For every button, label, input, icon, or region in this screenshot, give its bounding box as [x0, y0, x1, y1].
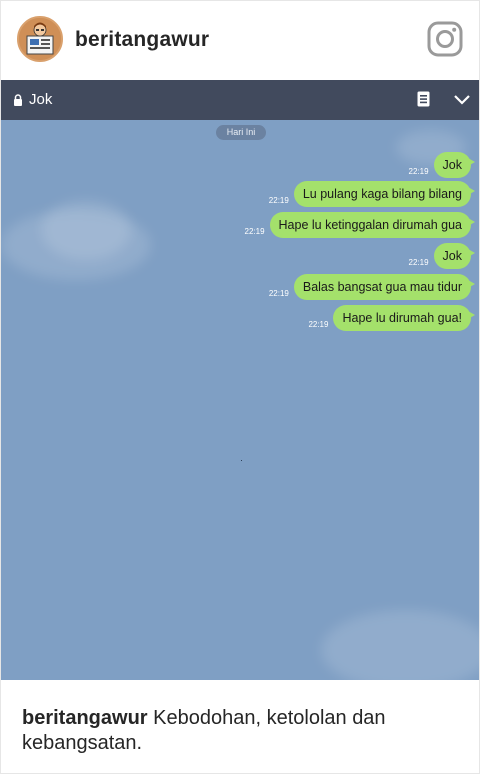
chat-screenshot: Jok Hari Ini 22:19 Jok 22:19 Lu pulang k…: [1, 80, 479, 680]
cloud-decoration: [41, 200, 131, 260]
instagram-post: beritangawur Jok Hari Ini 22:19 Jok 22:1…: [0, 0, 480, 774]
message-bubble[interactable]: Hape lu ketinggalan dirumah gua: [269, 212, 476, 238]
speck: [241, 460, 242, 461]
avatar[interactable]: [17, 16, 63, 62]
message-time: 22:19: [408, 167, 429, 176]
chat-title: Jok: [29, 91, 53, 108]
post-header: beritangawur: [1, 1, 479, 80]
lock-icon: [14, 94, 22, 106]
caption-username[interactable]: beritangawur: [22, 707, 148, 729]
message-time: 22:19: [244, 227, 265, 236]
message-bubble[interactable]: Jok: [433, 243, 476, 269]
instagram-icon[interactable]: [427, 21, 463, 57]
note-icon[interactable]: [417, 91, 430, 107]
post-caption: beritangawur Kebodohan, ketololan dan ke…: [22, 706, 462, 756]
message-time: 22:19: [308, 320, 329, 329]
message-time: 22:19: [408, 258, 429, 267]
chevron-down-icon[interactable]: [453, 94, 471, 106]
chat-header-bar: Jok: [1, 80, 479, 120]
message-bubble[interactable]: Jok: [433, 152, 476, 178]
date-divider: Hari Ini: [216, 125, 266, 140]
message-bubble[interactable]: Balas bangsat gua mau tidur: [293, 274, 476, 300]
post-username[interactable]: beritangawur: [75, 28, 209, 52]
message-row: 22:19 Lu pulang kaga bilang bilang: [268, 181, 476, 207]
message-row: 22:19 Hape lu ketinggalan dirumah gua: [244, 212, 476, 238]
message-row: 22:19 Balas bangsat gua mau tidur: [268, 274, 476, 300]
message-bubble[interactable]: Hape lu dirumah gua!: [333, 305, 475, 331]
cloud-decoration: [321, 610, 479, 680]
message-row: 22:19 Hape lu dirumah gua!: [308, 305, 475, 331]
message-bubble[interactable]: Lu pulang kaga bilang bilang: [293, 181, 476, 207]
message-time: 22:19: [268, 196, 289, 205]
message-row: 22:19 Jok: [408, 152, 476, 178]
avatar-image: [19, 18, 61, 60]
message-row: 22:19 Jok: [408, 243, 476, 269]
message-time: 22:19: [268, 289, 289, 298]
